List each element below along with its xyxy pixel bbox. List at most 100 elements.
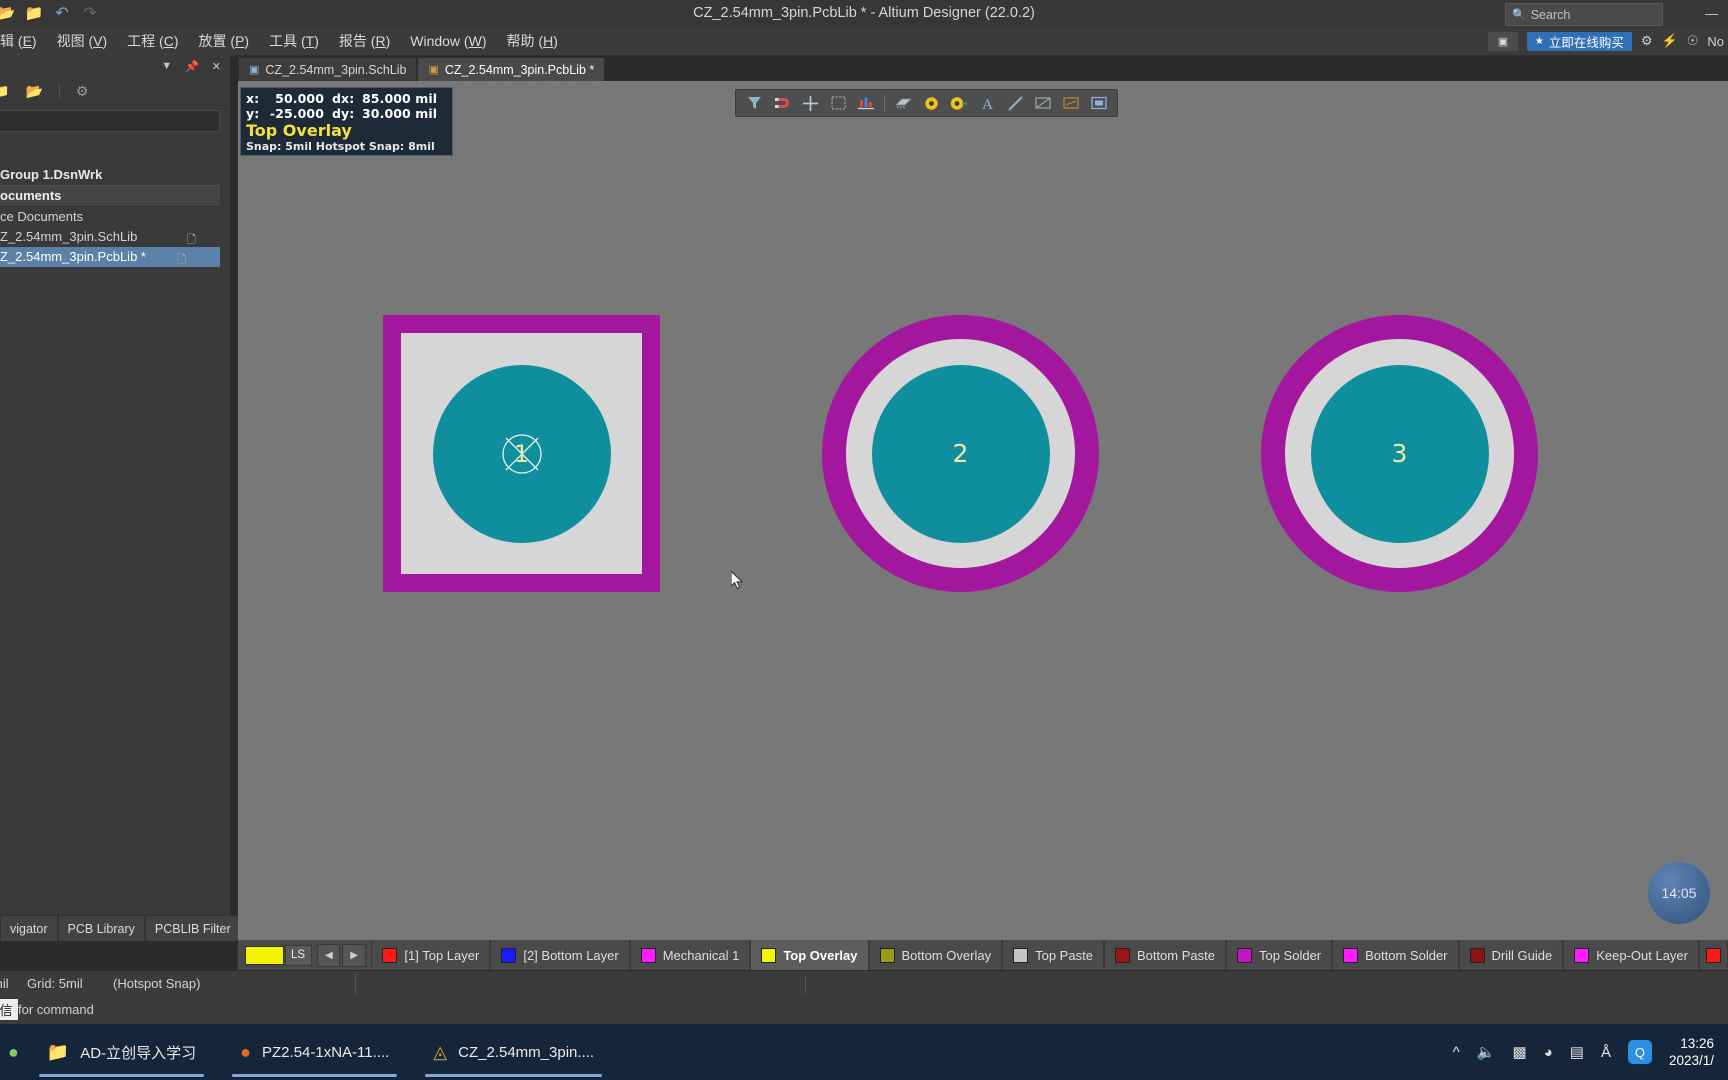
layer-tab-bottom-solder[interactable]: Bottom Solder (1332, 940, 1459, 970)
left-arrow-icon[interactable]: ◀ (317, 943, 341, 967)
right-arrow-icon[interactable]: ▶ (342, 943, 366, 967)
layer-tab-mechanical-1[interactable]: Mechanical 1 (629, 940, 751, 970)
layer-tab-bottom-overlay[interactable]: Bottom Overlay (868, 940, 1003, 970)
board-insight-icon[interactable] (853, 92, 879, 114)
menu-reports[interactable]: 报告 (R) (329, 27, 400, 55)
layer-set-swatch[interactable] (245, 945, 284, 965)
start-icon: ● (8, 1041, 19, 1062)
project-tree: Group 1.DsnWrk ocuments ce Documents Z_2… (0, 165, 230, 267)
tree-item-schlib[interactable]: Z_2.54mm_3pin.SchLib 🗋 (0, 227, 230, 247)
svg-text:A: A (982, 97, 993, 111)
tree-item-workspace[interactable]: Group 1.DsnWrk (0, 165, 230, 185)
layer-color-swatch (1013, 947, 1029, 963)
tree-item-source-documents[interactable]: ce Documents (0, 207, 230, 227)
panel-toolbar: 📁 📂 ⚙ (0, 77, 230, 106)
layer-tab-top-solder[interactable]: Top Solder (1225, 940, 1333, 970)
layer-tab-overflow[interactable] (1698, 940, 1728, 970)
battery-icon[interactable]: ▩ (1513, 1043, 1527, 1061)
floating-chat-bubble[interactable]: 14:05 (1648, 862, 1710, 924)
layer-tab-label: Bottom Solder (1365, 947, 1448, 963)
layer-tab-label: Mechanical 1 (662, 947, 740, 963)
snap-settings-label: Snap: 5mil Hotspot Snap: 8mil (246, 140, 435, 153)
layer-tab-top-layer[interactable]: [1] Top Layer (371, 940, 491, 970)
menu-tools[interactable]: 工具 (T) (259, 27, 329, 55)
wifi-icon[interactable]: ◕ (1544, 1044, 1553, 1061)
panel-search-input[interactable] (0, 110, 220, 132)
status-grid[interactable]: Grid: 5mil (27, 971, 83, 997)
line-icon[interactable] (1002, 92, 1028, 114)
select-area-icon[interactable] (825, 92, 851, 114)
menu-place[interactable]: 放置 (P) (189, 27, 260, 55)
settings-gear-icon[interactable]: ⚙ (76, 83, 89, 100)
dimension-icon[interactable] (1058, 92, 1084, 114)
system-tray: ^ 🔈 ▩ ◕ ▤ Å Q 13:26 2023/1/ (1453, 1024, 1728, 1080)
ime-icon[interactable]: Å (1601, 1044, 1611, 1061)
chevron-down-icon[interactable]: ▼ (161, 60, 172, 72)
taskbar-active-indicator (425, 1074, 603, 1077)
layer-tab-bottom-layer[interactable]: [2] Bottom Layer (490, 940, 630, 970)
open-project-icon[interactable]: 📁 (0, 83, 9, 100)
account-icon[interactable]: ☉ (1687, 33, 1699, 49)
gear-icon[interactable]: ⚙ (1641, 33, 1653, 49)
place-polygon-icon[interactable] (1086, 92, 1112, 114)
taskbar-active-indicator (38, 1074, 205, 1077)
status-divider (805, 974, 806, 994)
taskbar-item-firefox[interactable]: ● PZ2.54-1xNA-11.... (218, 1024, 411, 1080)
status-divider (355, 974, 356, 994)
chevron-up-icon[interactable]: ^ (1453, 1044, 1460, 1061)
coordinate-overlay: x: 50.000 dx: 85.000 mil y: -25.000 dy: … (240, 87, 453, 156)
menu-window[interactable]: Window (W) (400, 27, 496, 55)
global-search-box[interactable]: 🔍 Search (1505, 3, 1663, 26)
filter-icon[interactable] (741, 92, 767, 114)
menu-project[interactable]: 工程 (C) (117, 27, 188, 55)
pad-1[interactable]: 1 (383, 315, 660, 592)
volume-icon[interactable]: 🔈 (1477, 1043, 1496, 1061)
text-icon[interactable]: A (974, 92, 1000, 114)
tab-navigator[interactable]: vigator (0, 915, 58, 941)
pad-3[interactable]: 3 (1261, 315, 1538, 592)
pin-icon[interactable]: 📌 (185, 60, 199, 73)
layer-color-swatch (382, 947, 398, 963)
menu-view[interactable]: 视图 (V) (47, 27, 118, 55)
panel-tabs: vigator PCB Library PCBLIB Filter (0, 915, 241, 941)
layer-color-swatch (1114, 947, 1130, 963)
pad-2[interactable]: 2 (822, 315, 1099, 592)
document-tab-schlib[interactable]: ▣ CZ_2.54mm_3pin.SchLib (238, 57, 418, 81)
layer-tab-top-overlay[interactable]: Top Overlay (750, 940, 869, 970)
minimize-button[interactable]: — (1705, 6, 1718, 21)
region-icon[interactable] (1030, 92, 1056, 114)
pcb-library-canvas[interactable]: 1 2 3 x: 50.000 dx: 85.000 mil y: -25.00… (238, 81, 1728, 940)
layer-tab-label: Top Overlay (783, 947, 858, 963)
layer-tab-bottom-paste[interactable]: Bottom Paste (1103, 940, 1226, 970)
layer-tab-keep-out-layer[interactable]: Keep-Out Layer (1563, 940, 1699, 970)
layer-set-button[interactable]: LS (284, 944, 312, 966)
taskbar-item-altium[interactable]: ◬ CZ_2.54mm_3pin.... (411, 1024, 616, 1080)
windows-icon[interactable]: ▤ (1570, 1043, 1584, 1061)
save-project-icon[interactable]: 📂 (25, 83, 42, 100)
buy-online-button[interactable]: ★ 立即在线购买 (1526, 31, 1632, 51)
menu-edit[interactable]: 辑 (E) (0, 27, 47, 55)
qq-icon[interactable]: Q (1627, 1040, 1652, 1064)
notifications-button[interactable]: ▣ (1487, 31, 1518, 51)
account-label[interactable]: No (1707, 34, 1724, 49)
pad-icon[interactable] (918, 92, 944, 114)
document-tab-pcblib[interactable]: ▣ CZ_2.54mm_3pin.PcbLib * (417, 57, 606, 81)
tab-pcb-library[interactable]: PCB Library (57, 915, 145, 941)
active-layer-label: Top Overlay (246, 121, 352, 140)
layer-tab-drill-guide[interactable]: Drill Guide (1458, 940, 1564, 970)
via-icon[interactable] (946, 92, 972, 114)
magnet-snap-icon[interactable] (769, 92, 795, 114)
crosshair-icon[interactable] (797, 92, 823, 114)
extensions-icon[interactable]: ⚡ (1662, 33, 1678, 49)
component-icon[interactable] (890, 92, 916, 114)
taskbar-start[interactable]: ● (0, 1024, 25, 1080)
menu-help[interactable]: 帮助 (H) (497, 27, 568, 55)
taskbar-clock[interactable]: 13:26 2023/1/ (1669, 1035, 1714, 1069)
ime-indicator: 信 (0, 999, 18, 1020)
taskbar-item-folder[interactable]: 📁 AD-立创导入学习 (25, 1024, 218, 1080)
tab-pcblib-filter[interactable]: PCBLIB Filter (144, 915, 241, 941)
tree-item-pcblib[interactable]: Z_2.54mm_3pin.PcbLib * 🗋 (0, 247, 220, 267)
tree-item-documents-header[interactable]: ocuments (0, 185, 220, 207)
layer-tab-top-paste[interactable]: Top Paste (1002, 940, 1104, 970)
close-icon[interactable]: ✕ (212, 60, 221, 73)
